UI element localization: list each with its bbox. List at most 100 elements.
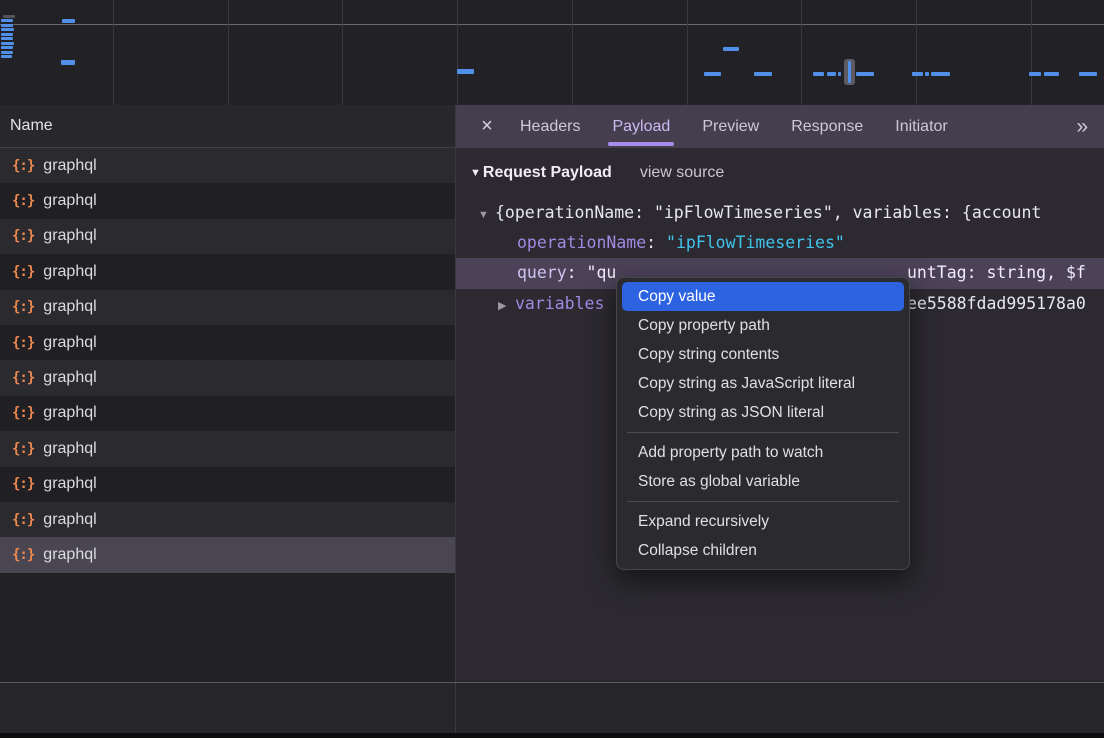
menu-item-copy-string-as-json-literal[interactable]: Copy string as JSON literal xyxy=(622,398,904,427)
more-tabs-icon[interactable]: » xyxy=(1076,105,1092,148)
request-timing-bar xyxy=(1,46,13,49)
request-timing-bar xyxy=(704,72,721,76)
timeline-gridline xyxy=(687,0,688,105)
request-timing-bar xyxy=(61,60,75,65)
tab-preview[interactable]: Preview xyxy=(686,105,775,148)
property-key: operationName xyxy=(517,233,646,252)
tabs: HeadersPayloadPreviewResponseInitiator xyxy=(504,105,964,148)
timeline-gridline xyxy=(457,0,458,105)
expand-triangle-icon[interactable]: ▶ xyxy=(498,291,515,321)
request-timing-bar xyxy=(1044,72,1059,76)
table-row[interactable]: {:} graphql xyxy=(0,325,455,360)
request-name: graphql xyxy=(43,404,96,422)
table-row[interactable]: {:} graphql xyxy=(0,537,455,572)
json-braces-icon: {:} xyxy=(12,441,34,457)
request-list-panel: Name {:}graphql{:}graphql{:}graphql{:}gr… xyxy=(0,105,455,682)
selected-request-marker xyxy=(844,59,855,85)
request-timing-bar xyxy=(3,15,15,18)
request-timing-bar xyxy=(1079,72,1097,76)
request-rows: {:} graphql {:} graphql {:} graphql {:} graphql… xyxy=(0,148,455,573)
menu-item-copy-property-path[interactable]: Copy property path xyxy=(622,311,904,340)
request-timing-bar xyxy=(62,19,75,23)
name-column-header[interactable]: Name xyxy=(0,105,455,148)
json-braces-icon: {:} xyxy=(12,547,34,563)
request-timing-bar xyxy=(1,33,13,36)
window-bottom-edge xyxy=(0,733,1104,738)
section-title: Request Payload xyxy=(483,164,612,182)
request-name: graphql xyxy=(43,334,96,352)
json-braces-icon: {:} xyxy=(12,335,34,351)
request-name: graphql xyxy=(43,192,96,210)
overview-divider-line xyxy=(0,24,1104,25)
menu-item-add-property-path-to-watch[interactable]: Add property path to watch xyxy=(622,438,904,467)
table-row[interactable]: {:} graphql xyxy=(0,396,455,431)
json-braces-icon: {:} xyxy=(12,476,34,492)
tab-initiator[interactable]: Initiator xyxy=(879,105,963,148)
request-timing-bar xyxy=(813,72,824,76)
menu-item-copy-value[interactable]: Copy value xyxy=(622,282,904,311)
request-timing-bar xyxy=(838,72,841,76)
json-braces-icon: {:} xyxy=(12,512,34,528)
table-row[interactable]: {:} graphql xyxy=(0,502,455,537)
table-row[interactable]: {:}graphql xyxy=(0,290,455,325)
view-source-link[interactable]: view source xyxy=(640,164,724,182)
request-name: graphql xyxy=(43,227,96,245)
request-timing-bar xyxy=(754,72,772,76)
collapse-triangle-icon[interactable]: ▼ xyxy=(478,200,495,230)
network-overview-timeline[interactable] xyxy=(0,0,1104,106)
request-name: graphql xyxy=(43,475,96,493)
property-value-right: untTag: string, $f xyxy=(907,258,1086,288)
request-payload-section[interactable]: ▼ Request Payload view source xyxy=(470,164,724,182)
timeline-gridline xyxy=(1031,0,1032,105)
table-row[interactable]: {:} graphql xyxy=(0,467,455,502)
json-braces-icon: {:} xyxy=(12,193,34,209)
json-braces-icon: {:} xyxy=(12,299,34,315)
summary-bar-divider[interactable] xyxy=(0,682,1104,683)
table-row[interactable]: {:}graphql xyxy=(0,219,455,254)
table-row[interactable]: {:}graphql xyxy=(0,360,455,395)
menu-item-collapse-children[interactable]: Collapse children xyxy=(622,536,904,565)
payload-variables-row[interactable]: ▶variables xyxy=(498,289,604,319)
table-row[interactable]: {:}graphql xyxy=(0,254,455,289)
request-name: graphql xyxy=(43,263,96,281)
request-name: graphql xyxy=(43,546,96,564)
request-timing-bar xyxy=(1,55,12,58)
request-timing-bar xyxy=(912,72,923,76)
request-timing-bar xyxy=(1029,72,1041,76)
context-menu: Copy valueCopy property pathCopy string … xyxy=(616,277,910,570)
property-key: query xyxy=(517,263,567,282)
timeline-gridline xyxy=(342,0,343,105)
request-timing-bar xyxy=(1,51,13,54)
tab-headers[interactable]: Headers xyxy=(504,105,596,148)
payload-operationname-row[interactable]: operationName: "ipFlowTimeseries" xyxy=(517,228,845,258)
collapse-triangle-icon[interactable]: ▼ xyxy=(470,167,481,179)
json-braces-icon: {:} xyxy=(12,158,34,174)
request-timing-bar xyxy=(827,72,836,76)
payload-root-row[interactable]: ▼{operationName: "ipFlowTimeseries", var… xyxy=(478,198,1041,228)
table-row[interactable]: {:} graphql xyxy=(0,183,455,218)
property-value: "ipFlowTimeseries" xyxy=(666,233,845,252)
request-timing-bar xyxy=(925,72,929,76)
request-name: graphql xyxy=(43,511,96,529)
details-tabbar: × HeadersPayloadPreviewResponseInitiator… xyxy=(456,105,1104,148)
request-timing-bar xyxy=(931,72,950,76)
menu-item-copy-string-as-javascript-literal[interactable]: Copy string as JavaScript literal xyxy=(622,369,904,398)
request-timing-bar xyxy=(457,69,474,74)
table-row[interactable]: {:} graphql xyxy=(0,431,455,466)
request-timing-bar xyxy=(723,47,739,51)
tab-payload[interactable]: Payload xyxy=(596,105,686,148)
menu-item-expand-recursively[interactable]: Expand recursively xyxy=(622,507,904,536)
menu-separator xyxy=(627,432,899,433)
close-icon[interactable]: × xyxy=(470,105,504,148)
table-row[interactable]: {:}graphql xyxy=(0,148,455,183)
object-preview: {operationName: "ipFlowTimeseries", vari… xyxy=(495,203,1041,222)
timeline-gridline xyxy=(801,0,802,105)
tab-response[interactable]: Response xyxy=(775,105,879,148)
menu-item-copy-string-contents[interactable]: Copy string contents xyxy=(622,340,904,369)
json-braces-icon: {:} xyxy=(12,405,34,421)
request-name: graphql xyxy=(43,440,96,458)
menu-item-store-as-global-variable[interactable]: Store as global variable xyxy=(622,467,904,496)
devtools-window: Name {:}graphql{:}graphql{:}graphql{:}gr… xyxy=(0,0,1104,733)
request-timing-bar xyxy=(1,19,13,22)
timeline-gridline xyxy=(916,0,917,105)
